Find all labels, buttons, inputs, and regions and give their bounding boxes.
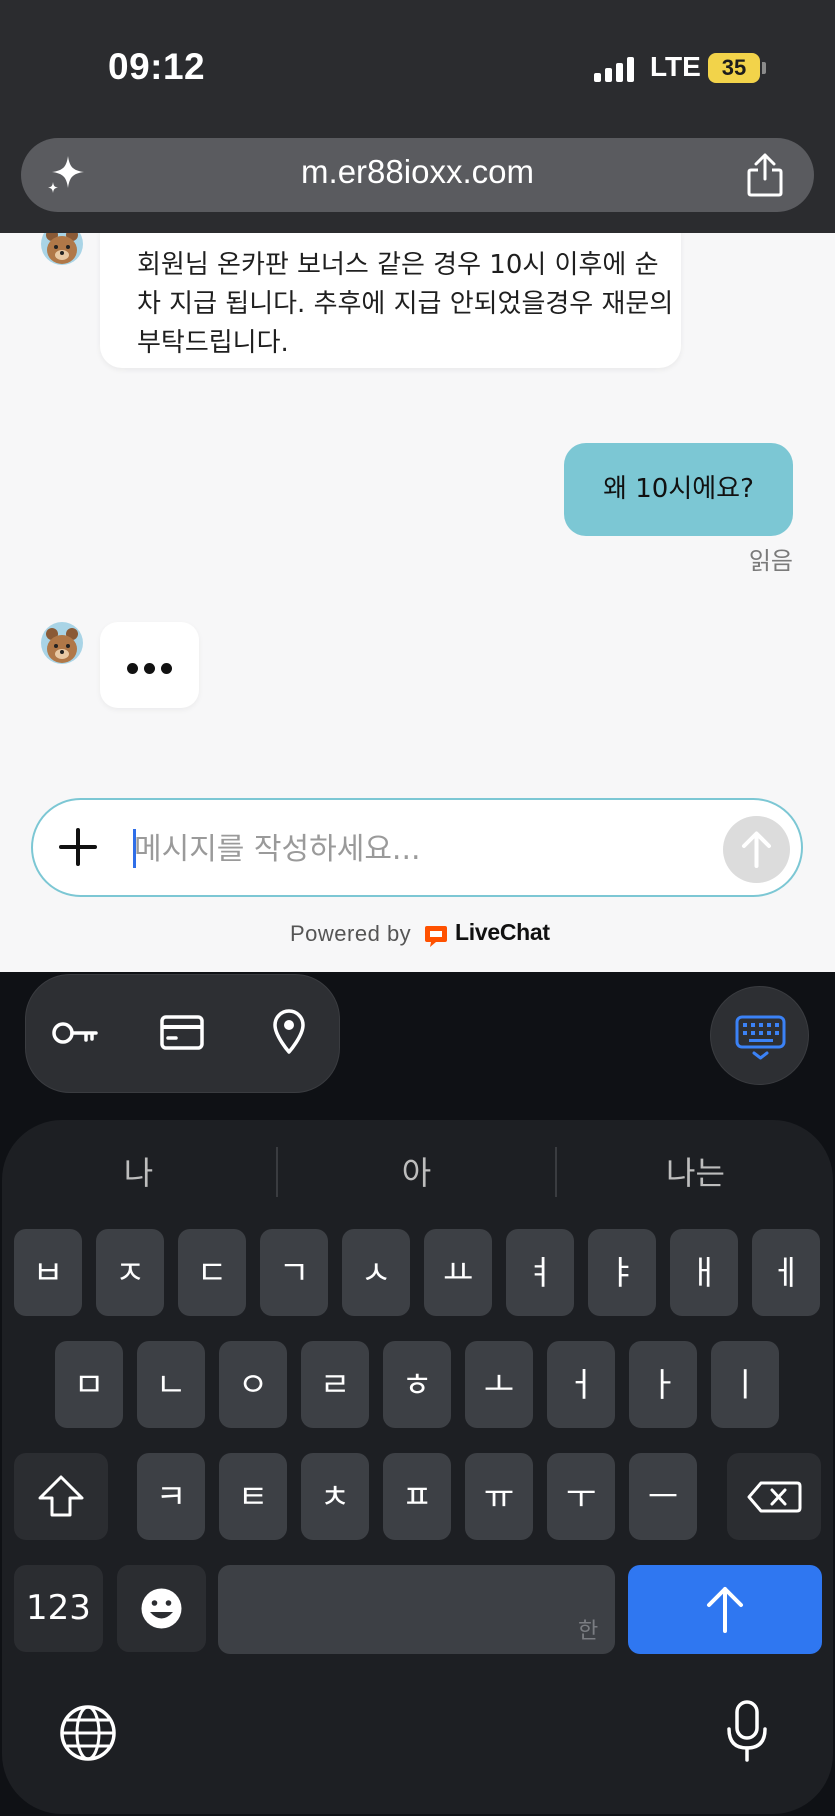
key-siot[interactable]: ㅅ [342,1229,410,1316]
attach-plus-icon[interactable] [56,825,100,869]
globe-icon[interactable] [58,1703,118,1763]
send-arrow-icon [742,831,771,868]
typing-dot [144,663,155,674]
key-chieut[interactable]: ㅊ [301,1453,369,1540]
backspace-icon [747,1481,802,1513]
battery-nub [762,62,766,74]
battery-icon: 35 [708,53,760,83]
livechat-brand-link[interactable]: LiveChat [455,919,550,946]
typing-dot [161,663,172,674]
sparkle-icon[interactable] [44,152,88,196]
typing-dot [127,663,138,674]
key-yo[interactable]: ㅛ [424,1229,492,1316]
up-arrow-icon [707,1587,743,1633]
space-key[interactable] [218,1565,615,1654]
numbers-key[interactable]: 123 [14,1565,103,1652]
key-yu[interactable]: ㅠ [465,1453,533,1540]
key-ya[interactable]: ㅑ [588,1229,656,1316]
key-pieup[interactable]: ㅍ [383,1453,451,1540]
key-jieut[interactable]: ㅈ [96,1229,164,1316]
powered-by-label: Powered by [290,921,412,946]
key-ae[interactable]: ㅐ [670,1229,738,1316]
key-nieun[interactable]: ㄴ [137,1341,205,1428]
signal-bars-icon [594,56,636,82]
chat-area: 회원님 온카판 보너스 같은 경우 10시 이후에 순차 지급 됩니다. 추후에… [0,233,835,972]
suggestion-1[interactable]: 나 [0,1148,277,1194]
card-icon[interactable] [157,1008,207,1058]
share-icon[interactable] [745,152,785,198]
shift-icon [38,1475,84,1517]
keyboard-icon [735,1015,786,1060]
key-tieut[interactable]: ㅌ [219,1453,287,1540]
key-e[interactable]: ㅔ [752,1229,820,1316]
bear-avatar-icon [46,233,78,264]
typing-indicator [100,622,199,708]
read-receipt: 읽음 [748,547,793,575]
status-time: 09:12 [108,46,206,87]
microphone-icon[interactable] [725,1700,769,1762]
keyboard-toggle-button[interactable] [710,986,809,1085]
suggestion-2[interactable]: 아 [278,1148,555,1194]
suggestion-3[interactable]: 나는 [557,1148,834,1194]
emoji-icon [141,1588,182,1629]
space-language-hint: 한 [578,1619,599,1644]
user-message-bubble: 왜 10시에요? [564,443,793,536]
location-pin-icon[interactable] [264,1006,314,1056]
message-input[interactable] [134,823,694,875]
key-i[interactable]: ㅣ [711,1341,779,1428]
agent-message-text: 회원님 온카판 보너스 같은 경우 10시 이후에 순차 지급 됩니다. 추후에… [137,250,674,358]
send-key[interactable] [628,1565,822,1654]
key-eo[interactable]: ㅓ [547,1341,615,1428]
key-hieut[interactable]: ㅎ [383,1341,451,1428]
key-icon[interactable] [50,1008,100,1058]
agent-avatar [41,233,83,265]
shift-key[interactable] [14,1453,108,1540]
key-ieung[interactable]: ㅇ [219,1341,287,1428]
key-digeut[interactable]: ㄷ [178,1229,246,1316]
key-u[interactable]: ㅜ [547,1453,615,1540]
url-text[interactable]: m.er88ioxx.com [200,153,635,191]
key-yeo[interactable]: ㅕ [506,1229,574,1316]
backspace-key[interactable] [727,1453,821,1540]
key-kieuk[interactable]: ㅋ [137,1453,205,1540]
text-cursor [133,829,136,868]
agent-avatar [41,622,83,664]
livechat-logo-icon [425,926,447,947]
key-rieul[interactable]: ㄹ [301,1341,369,1428]
emoji-key[interactable] [117,1565,206,1652]
key-o[interactable]: ㅗ [465,1341,533,1428]
network-type: LTE [650,51,701,82]
key-a[interactable]: ㅏ [629,1341,697,1428]
key-eu[interactable]: ㅡ [629,1453,697,1540]
send-button[interactable] [723,816,790,883]
key-bieup[interactable]: ㅂ [14,1229,82,1316]
key-giyeok[interactable]: ㄱ [260,1229,328,1316]
key-mieum[interactable]: ㅁ [55,1341,123,1428]
bear-avatar-icon [46,628,78,663]
